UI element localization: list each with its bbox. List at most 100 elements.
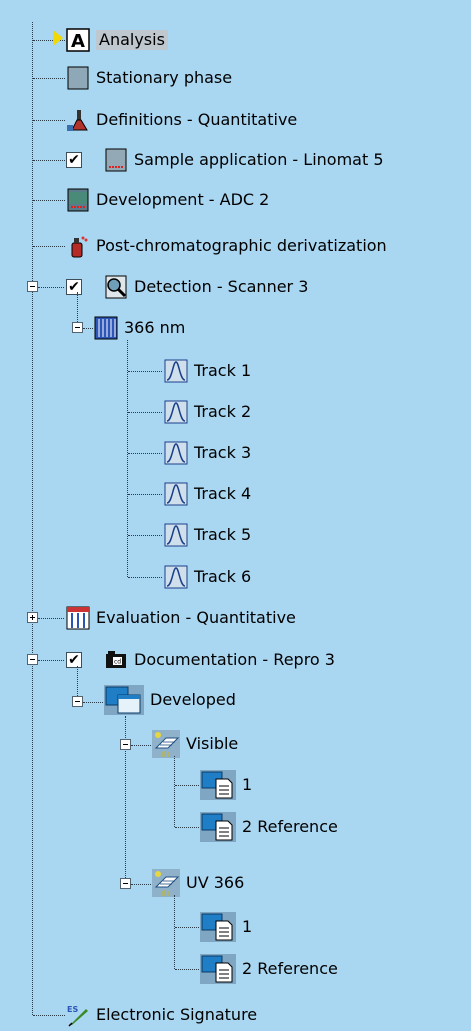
tree-item-label: Track 2 (194, 402, 252, 421)
tree-item-label: 2 Reference (242, 959, 338, 978)
tree-item-track[interactable]: Track 5 (164, 519, 251, 551)
adc-chamber-icon (66, 188, 90, 212)
tree-item-electronic-signature[interactable]: ES Electronic Signature (66, 999, 257, 1031)
tree-line (33, 160, 65, 161)
spray-bottle-icon (66, 234, 90, 258)
tree-line (33, 1015, 65, 1016)
tree-item-track[interactable]: Track 4 (164, 478, 251, 510)
tree-line (127, 340, 128, 577)
peak-icon (164, 565, 188, 589)
tree-line (175, 785, 199, 786)
signature-icon: ES (66, 1003, 90, 1027)
tree-item-label: Sample application - Linomat 5 (134, 150, 384, 169)
tree-line (33, 200, 65, 201)
tree-line (33, 120, 65, 121)
collapse-toggle[interactable] (120, 739, 131, 750)
scanner-icon (104, 275, 128, 299)
peak-icon (164, 400, 188, 424)
image-page-icon (200, 912, 236, 942)
checkbox[interactable]: ✔ (66, 152, 82, 168)
tree-item-label: Detection - Scanner 3 (134, 277, 309, 296)
tree-item-track[interactable]: Track 6 (164, 561, 251, 593)
tree-item-analysis[interactable]: A Analysis (66, 24, 168, 56)
tree-item-track[interactable]: Track 1 (164, 355, 251, 387)
tree-item-image[interactable]: 1 (200, 911, 252, 943)
collapse-toggle[interactable] (27, 654, 38, 665)
tree-item-label: Track 5 (194, 525, 252, 544)
peak-icon (164, 441, 188, 465)
tree-item-label: 2 Reference (242, 817, 338, 836)
tree-item-label: Stationary phase (96, 68, 233, 87)
tree-item-label: Electronic Signature (96, 1005, 258, 1024)
spectrum-icon (94, 316, 118, 340)
tree-item-label: Definitions - Quantitative (96, 110, 298, 129)
tree-item-366nm[interactable]: 366 nm (94, 312, 185, 344)
tree-item-label: 1 (242, 775, 253, 794)
tree-item-detection[interactable]: ✔ Detection - Scanner 3 (66, 271, 308, 303)
tree-line (33, 246, 65, 247)
tree-line (174, 756, 175, 827)
collapse-toggle[interactable] (72, 696, 83, 707)
tree-item-post-chromatographic[interactable]: Post-chromatographic derivatization (66, 230, 387, 262)
flask-icon (66, 108, 90, 132)
tree-line (83, 702, 103, 703)
tree-item-label: Analysis (96, 30, 168, 50)
tree-item-image[interactable]: 2 Reference (200, 811, 338, 843)
svg-text:cd: cd (114, 659, 121, 666)
tree-line (175, 927, 199, 928)
tree-item-visible[interactable]: Visible (152, 728, 238, 760)
checkbox[interactable]: ✔ (66, 652, 82, 668)
tree-line (128, 453, 162, 454)
tree-line (174, 895, 175, 969)
tree-item-track[interactable]: Track 2 (164, 396, 251, 428)
plate-icon (66, 66, 90, 90)
tree-item-label: Track 4 (194, 484, 252, 503)
checkbox[interactable]: ✔ (66, 279, 82, 295)
tree-line (175, 969, 199, 970)
tree-item-track[interactable]: Track 3 (164, 437, 251, 469)
tree-item-image[interactable]: 2 Reference (200, 953, 338, 985)
tree-item-label: Track 3 (194, 443, 252, 462)
tree-line (175, 827, 199, 828)
tree-item-documentation[interactable]: ✔ cd Documentation - Repro 3 (66, 644, 335, 676)
tree-item-uv366[interactable]: UV 366 (152, 867, 244, 899)
tree-item-label: UV 366 (186, 873, 245, 892)
tree-item-label: Visible (186, 734, 239, 753)
expand-toggle[interactable] (27, 612, 38, 623)
peak-icon (164, 359, 188, 383)
tree-line (131, 884, 151, 885)
tree-item-label: Post-chromatographic derivatization (96, 236, 387, 255)
tree-item-sample-application[interactable]: ✔ Sample application - Linomat 5 (66, 144, 384, 176)
camera-icon: cd (104, 648, 128, 672)
tree-item-development[interactable]: Development - ADC 2 (66, 184, 269, 216)
tree-item-definitions[interactable]: Definitions - Quantitative (66, 104, 297, 136)
collapse-toggle[interactable] (72, 322, 83, 333)
collapse-toggle[interactable] (120, 878, 131, 889)
tree-item-label: 1 (242, 917, 253, 936)
tree-item-stationary-phase[interactable]: Stationary phase (66, 62, 232, 94)
tree-item-developed[interactable]: Developed (104, 684, 236, 716)
windows-icon (104, 685, 144, 715)
tree-line (131, 745, 151, 746)
peak-icon (164, 482, 188, 506)
tree-item-image[interactable]: 1 (200, 769, 252, 801)
tree-line (32, 22, 33, 1015)
tree-line (128, 577, 162, 578)
tree-line (38, 660, 64, 661)
method-tree: A Analysis Stationary phase Definitions … (0, 0, 471, 1030)
tree-item-label: Track 6 (194, 567, 252, 586)
tree-line (128, 371, 162, 372)
svg-text:A: A (71, 31, 85, 52)
tree-line (38, 287, 64, 288)
image-page-icon (200, 812, 236, 842)
tree-item-label: Documentation - Repro 3 (134, 650, 335, 669)
analysis-icon: A (66, 28, 90, 52)
tree-item-evaluation[interactable]: Evaluation - Quantitative (66, 602, 296, 634)
tree-item-label: Developed (150, 690, 236, 709)
tree-line (128, 412, 162, 413)
image-page-icon (200, 770, 236, 800)
image-page-icon (200, 954, 236, 984)
tree-item-label: Development - ADC 2 (96, 190, 270, 209)
collapse-toggle[interactable] (27, 281, 38, 292)
svg-text:ES: ES (67, 1005, 78, 1014)
